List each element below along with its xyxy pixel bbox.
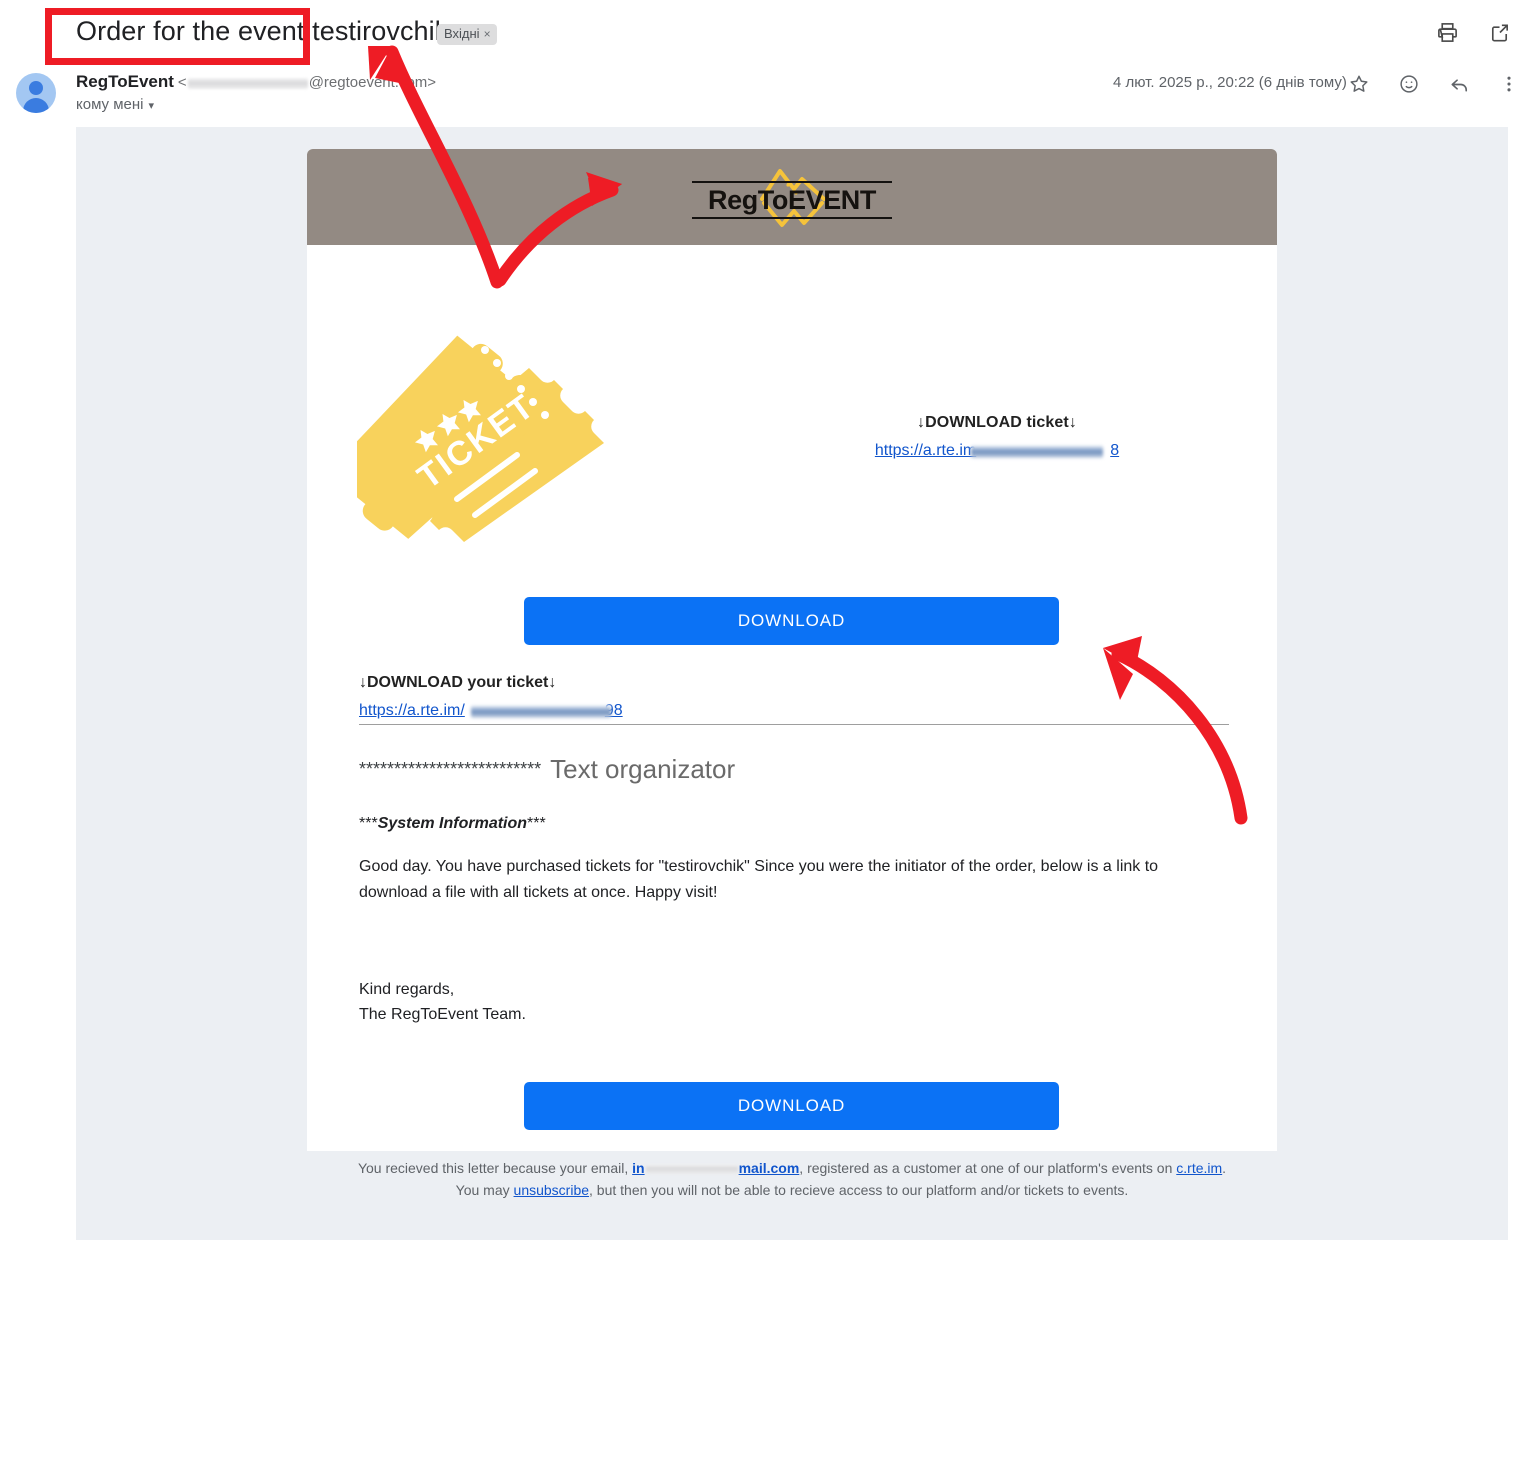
footer-site-link[interactable]: c.rte.im: [1176, 1160, 1222, 1176]
download-ticket-link[interactable]: https://a.rte.im 8: [875, 442, 1119, 460]
page-title: Order for the event testirovchik: [76, 16, 449, 46]
unsubscribe-link[interactable]: unsubscribe: [514, 1182, 590, 1198]
organizer-title: Text organizator: [550, 754, 736, 784]
system-info-prefix: ***: [359, 815, 378, 832]
label-chip-remove-icon[interactable]: ×: [484, 27, 491, 41]
message-actions: [1345, 70, 1523, 98]
system-info-suffix: ***: [527, 815, 546, 832]
footer-text-3: .: [1222, 1160, 1227, 1176]
download-ticket-block: ↓DOWNLOAD ticket↓ https://a.rte.im 8: [787, 414, 1207, 460]
label-chip-text: Вхідні: [444, 26, 480, 41]
download-button-top[interactable]: DOWNLOAD: [524, 597, 1059, 645]
download-ticket-link-tail: 8: [1110, 442, 1120, 459]
email-body-canvas: RegToEVENT TICKET ↓DOWNLOAD ticket↓ http…: [76, 127, 1508, 1240]
avatar-head: [29, 81, 43, 95]
system-information-heading: ***System Information***: [359, 815, 546, 833]
footer-text-2: , registered as a customer at one of our…: [799, 1160, 1177, 1176]
reply-icon[interactable]: [1445, 70, 1473, 98]
footer-text-1: You recieved this letter because your em…: [357, 1160, 633, 1176]
email-card: RegToEVENT TICKET ↓DOWNLOAD ticket↓ http…: [307, 149, 1277, 1151]
emoji-reaction-icon[interactable]: [1395, 70, 1423, 98]
signoff-line-1: Kind regards,: [359, 981, 455, 998]
subject-row: Order for the event testirovchik Вхідні ×: [0, 0, 1527, 62]
brand-logo-text: RegToEVENT: [692, 181, 892, 219]
label-chip-inbox[interactable]: Вхідні ×: [437, 24, 497, 45]
print-icon[interactable]: [1433, 18, 1461, 46]
message-timestamp: 4 лют. 2025 р., 20:22 (6 днів тому): [1113, 74, 1347, 91]
download-ticket-link-text: https://a.rte.im: [874, 442, 977, 459]
more-options-icon[interactable]: [1495, 70, 1523, 98]
footer-text-4: You may: [455, 1182, 514, 1198]
your-ticket-link[interactable]: https://a.rte.im/98: [359, 702, 623, 720]
email-footer: You recieved this letter because your em…: [307, 1157, 1277, 1201]
sender-line: RegToEvent < @regtoevent.com>: [76, 72, 436, 92]
brand-logo: RegToEVENT: [692, 157, 892, 237]
email-body-paragraph: Good day. You have purchased tickets for…: [359, 858, 1159, 901]
recipient-line[interactable]: кому мені ▾: [76, 96, 154, 113]
content-divider: [359, 724, 1229, 725]
email-banner: RegToEVENT: [307, 149, 1277, 245]
footer-line-2: You may unsubscribe, but then you will n…: [307, 1179, 1277, 1201]
chevron-down-icon[interactable]: ▾: [149, 100, 155, 112]
redacted-footer-email: [645, 1164, 738, 1175]
avatar-body: [23, 98, 49, 113]
redacted-email-local-part: [187, 77, 308, 89]
star-icon[interactable]: [1345, 70, 1373, 98]
footer-text-5: , but then you will not be able to recie…: [589, 1182, 1129, 1198]
redacted-url-path-2: [471, 705, 611, 718]
open-in-new-window-icon[interactable]: [1485, 18, 1513, 46]
system-info-label: System Information: [377, 815, 528, 832]
recipient-label: кому мені: [76, 96, 144, 113]
sender-address: < @regtoevent.com>: [177, 74, 437, 91]
two-tickets-icon: TICKET: [357, 335, 604, 542]
your-ticket-block: ↓DOWNLOAD your ticket↓ https://a.rte.im/…: [359, 674, 1239, 720]
message-toolbar: [1433, 18, 1513, 46]
email-signoff: Kind regards, The RegToEvent Team.: [359, 977, 859, 1027]
footer-recipient-email[interactable]: in mail.com: [632, 1160, 799, 1176]
footer-line-1: You recieved this letter because your em…: [307, 1157, 1277, 1179]
gmail-message-view: Order for the event testirovchik Вхідні ×: [0, 0, 1527, 1459]
sender-name: RegToEvent: [76, 72, 174, 91]
organizer-stars: **************************: [359, 759, 542, 779]
redacted-url-path: [970, 445, 1103, 458]
your-ticket-link-text: https://a.rte.im/: [359, 702, 465, 719]
signoff-line-2: The RegToEvent Team.: [359, 1006, 526, 1023]
download-ticket-title: ↓DOWNLOAD ticket↓: [917, 414, 1077, 431]
your-ticket-title: ↓DOWNLOAD your ticket↓: [359, 674, 557, 691]
organizer-heading: ************************** Text organizat…: [359, 754, 1239, 785]
avatar: [16, 73, 56, 113]
download-button-bottom[interactable]: DOWNLOAD: [524, 1082, 1059, 1130]
